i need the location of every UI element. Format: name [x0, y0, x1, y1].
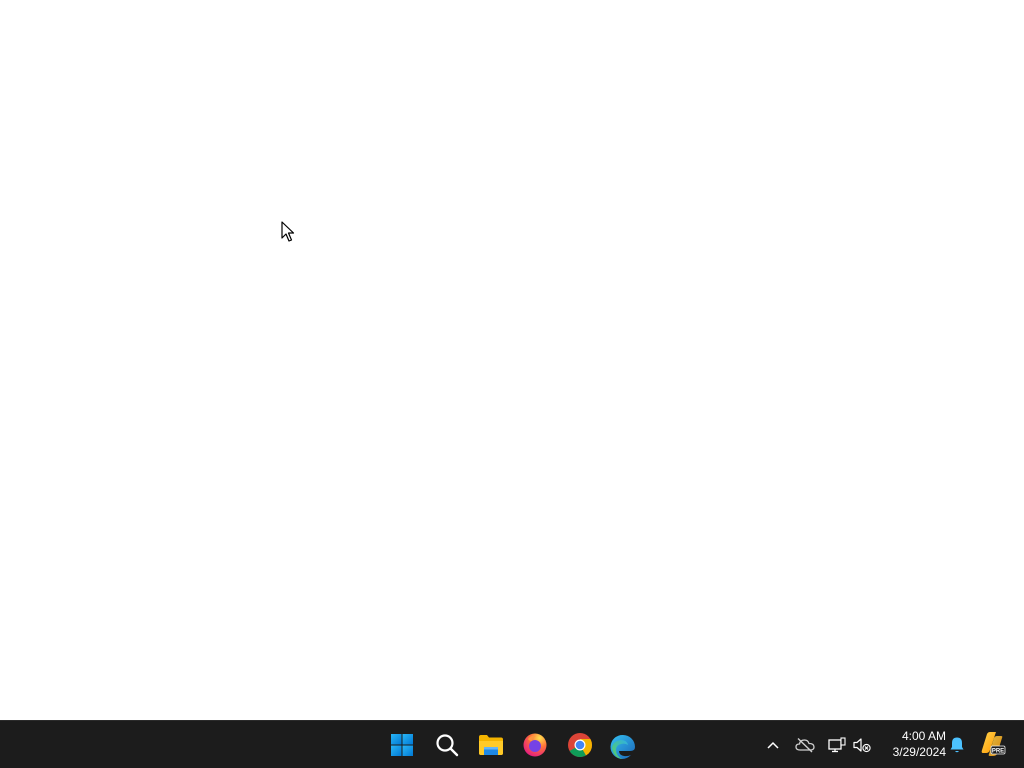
edge-button[interactable] — [603, 727, 643, 767]
search-button[interactable] — [427, 725, 467, 765]
clock-date: 3/29/2024 — [892, 745, 946, 759]
mouse-cursor-icon — [281, 221, 295, 242]
firefox-button[interactable] — [515, 725, 555, 765]
desktop[interactable] — [0, 0, 1024, 720]
notification-bell-icon — [950, 737, 964, 753]
search-icon — [436, 734, 459, 757]
edge-icon — [610, 734, 635, 759]
volume-button[interactable] — [850, 733, 874, 757]
notifications-button[interactable] — [945, 733, 969, 757]
folder-icon — [479, 735, 503, 755]
copilot-badge-label: PRE — [992, 748, 1004, 754]
onedrive-offline-icon — [795, 737, 815, 753]
chrome-icon — [568, 733, 592, 758]
copilot-button[interactable]: PRE — [978, 730, 1006, 758]
windows-logo-icon — [391, 734, 413, 756]
onedrive-button[interactable] — [793, 733, 817, 757]
taskbar: 4:00 AM 3/29/2024 PRE — [0, 720, 1024, 768]
copilot-pre-icon: PRE — [981, 732, 1006, 756]
start-button[interactable] — [382, 725, 422, 765]
clock-time: 4:00 AM — [901, 729, 946, 743]
volume-muted-icon — [853, 738, 871, 753]
system-clock[interactable]: 4:00 AM 3/29/2024 — [880, 728, 946, 760]
network-button[interactable] — [825, 733, 849, 757]
chevron-up-icon — [767, 741, 779, 749]
network-icon — [828, 737, 846, 753]
chrome-button[interactable] — [560, 725, 600, 765]
firefox-icon — [523, 733, 547, 757]
file-explorer-button[interactable] — [471, 725, 511, 765]
show-hidden-icons-button[interactable] — [761, 733, 785, 757]
